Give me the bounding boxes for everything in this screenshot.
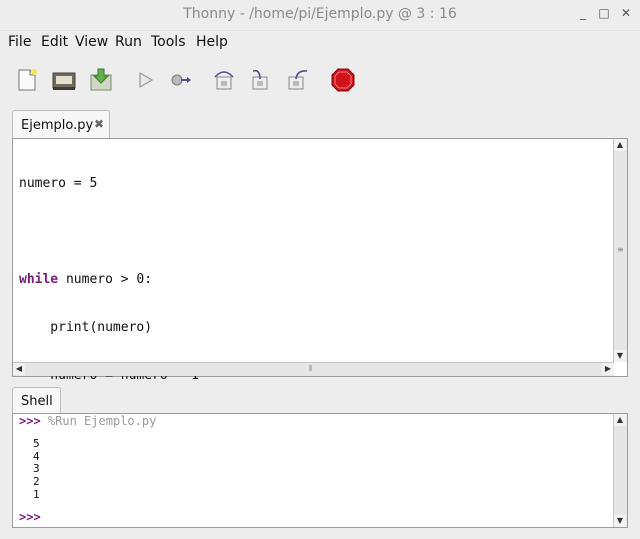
new-file-button[interactable]	[14, 67, 40, 93]
stop-icon	[331, 68, 355, 92]
step-into-button[interactable]	[247, 67, 273, 93]
close-tab-icon[interactable]: ✖	[94, 117, 104, 131]
step-over-button[interactable]	[211, 67, 237, 93]
shell-input-line[interactable]: >>>	[19, 510, 41, 524]
debug-icon	[171, 74, 191, 86]
shell-tab-label: Shell	[21, 394, 53, 409]
window-title: Thonny - /home/pi/Ejemplo.py @ 3 : 16	[183, 6, 457, 22]
scroll-up-icon[interactable]: ▲	[614, 139, 626, 151]
code-text: numero = 5	[19, 176, 98, 191]
maximize-button[interactable]: □	[597, 6, 611, 20]
open-file-button[interactable]	[51, 67, 77, 93]
step-over-icon	[214, 71, 234, 90]
code-area[interactable]: numero = 5 ​ while numero > 0: print(num…	[19, 144, 611, 383]
minimize-button[interactable]: _	[576, 6, 590, 20]
menu-help[interactable]: Help	[196, 34, 228, 50]
scroll-grip-icon: ≡	[617, 245, 624, 254]
shell-vertical-scrollbar[interactable]: ▲ ▼	[613, 414, 627, 527]
code-text: numero > 0:	[58, 272, 153, 287]
shell-prompt: >>>	[19, 510, 41, 524]
scroll-left-icon[interactable]: ◀	[13, 363, 25, 375]
toolbar	[0, 58, 640, 102]
menu-view[interactable]: View	[75, 34, 108, 50]
menu-edit[interactable]: Edit	[41, 34, 68, 50]
step-out-icon	[288, 70, 308, 90]
shell-output-line: 5	[33, 437, 40, 450]
code-text: print(numero)	[19, 320, 153, 335]
save-file-icon	[90, 68, 112, 91]
code-line: print(numero)	[19, 320, 611, 336]
shell-run-command: %Run Ejemplo.py	[47, 414, 157, 428]
scroll-down-icon[interactable]: ▼	[614, 515, 626, 527]
shell-console[interactable]: >>> %Run Ejemplo.py 5 4 3 2 1 >>> ▲ ▼	[12, 413, 628, 528]
code-line: ​	[19, 224, 611, 240]
shell-run-line: >>> %Run Ejemplo.py	[19, 414, 156, 428]
debug-button[interactable]	[168, 67, 194, 93]
step-into-icon	[252, 69, 268, 90]
step-out-button[interactable]	[285, 67, 311, 93]
menu-file[interactable]: File	[8, 34, 31, 50]
shell-output-line: 1	[33, 488, 40, 501]
scroll-grip-icon: ⦀	[309, 364, 313, 373]
scroll-up-icon[interactable]: ▲	[614, 414, 626, 426]
code-line: numero = 5	[19, 176, 611, 192]
scroll-down-icon[interactable]: ▼	[614, 350, 626, 362]
run-button[interactable]	[132, 67, 158, 93]
stop-button[interactable]	[330, 67, 356, 93]
code-keyword: while	[19, 272, 59, 287]
editor-vertical-scrollbar[interactable]: ▲ ≡ ▼	[613, 139, 627, 362]
editor-horizontal-scrollbar[interactable]: ◀ ⦀ ▶	[13, 362, 614, 376]
tab-label: Ejemplo.py	[21, 118, 94, 133]
save-file-button[interactable]	[88, 67, 114, 93]
menu-run[interactable]: Run	[115, 34, 142, 50]
open-file-icon	[52, 72, 76, 90]
close-window-button[interactable]: ✕	[619, 6, 633, 20]
tab-ejemplo-py[interactable]: Ejemplo.py ✖	[12, 110, 110, 139]
scroll-right-icon[interactable]: ▶	[602, 363, 614, 375]
run-icon	[139, 71, 154, 89]
menu-bar: File Edit View Run Tools Help	[0, 31, 640, 55]
code-line: while numero > 0:	[19, 272, 611, 288]
editor-tab-bar: Ejemplo.py ✖	[12, 110, 628, 139]
title-bar: Thonny - /home/pi/Ejemplo.py @ 3 : 16 _ …	[0, 0, 640, 31]
tab-shell[interactable]: Shell	[12, 387, 61, 414]
new-file-icon	[18, 69, 37, 91]
menu-tools[interactable]: Tools	[151, 34, 186, 50]
code-editor[interactable]: numero = 5 ​ while numero > 0: print(num…	[12, 138, 628, 383]
shell-prompt: >>>	[19, 414, 41, 428]
shell-output-line: 2	[33, 475, 40, 488]
shell-output-line: 3	[33, 462, 40, 475]
